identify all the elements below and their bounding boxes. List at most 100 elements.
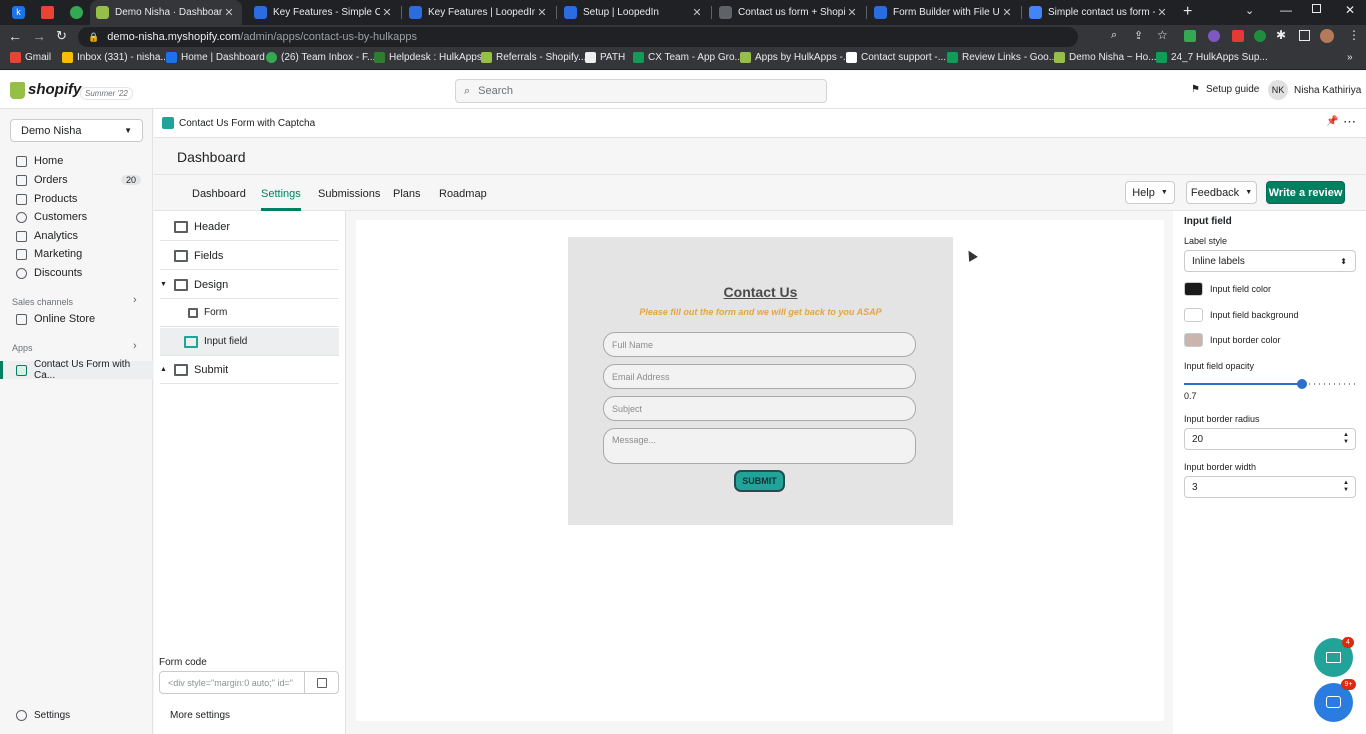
more-bookmarks-icon[interactable]: » xyxy=(1347,52,1353,63)
close-tab-icon[interactable]: ✕ xyxy=(1000,6,1014,19)
sidebar-item-marketing[interactable]: Marketing xyxy=(0,245,153,263)
restore-icon[interactable] xyxy=(1312,4,1321,13)
bookmark-star-icon[interactable]: ☆ xyxy=(1157,28,1168,42)
panel-item-form[interactable]: Form xyxy=(160,299,339,327)
search-input[interactable]: ⌕ Search xyxy=(455,79,827,103)
tab-plans[interactable]: Plans xyxy=(393,176,421,211)
panel-item-input-field[interactable]: Input field xyxy=(160,328,339,356)
minimize-icon[interactable]: — xyxy=(1280,3,1292,17)
sidebar-item-contact-app[interactable]: Contact Us Form with Ca... xyxy=(0,359,153,381)
pin-icon[interactable]: 📌 xyxy=(1326,116,1338,127)
bookmark-cx-team[interactable]: CX Team - App Gro... xyxy=(633,52,743,63)
bookmark-apps[interactable]: Apps by HulkApps -... xyxy=(740,52,851,63)
stepper-icon[interactable]: ▲ ▼ xyxy=(1343,480,1349,494)
browser-tab[interactable]: Simple contact us form - Go ✕ xyxy=(1023,0,1175,25)
reload-icon[interactable]: ↻ xyxy=(56,28,67,44)
sidebar-item-products[interactable]: Products xyxy=(0,190,153,208)
panel-item-header[interactable]: Header xyxy=(160,213,339,241)
bookmark-review-links[interactable]: Review Links - Goo... xyxy=(947,52,1057,63)
side-panel-icon[interactable] xyxy=(1299,30,1310,41)
bookmark-team-inbox[interactable]: (26) Team Inbox - F... xyxy=(266,52,375,63)
close-tab-icon[interactable]: ✕ xyxy=(222,6,236,19)
browser-menu-icon[interactable]: ⋮ xyxy=(1348,28,1360,42)
bookmark-contact-support[interactable]: Contact support -... xyxy=(846,52,946,63)
form-code-field[interactable]: <div style="margin:0 auto;" id=" xyxy=(159,671,305,694)
tab-roadmap[interactable]: Roadmap xyxy=(439,176,487,211)
browser-tab[interactable]: Form Builder with File Uploa ✕ xyxy=(868,0,1020,25)
bookmark-inbox[interactable]: Inbox (331) - nisha... xyxy=(62,52,169,63)
back-icon[interactable]: ← xyxy=(8,28,22,44)
chevron-right-icon[interactable]: › xyxy=(133,294,137,306)
bookmark-demo-nisha[interactable]: Demo Nisha ~ Ho... xyxy=(1054,52,1157,63)
input-border-color-swatch[interactable] xyxy=(1184,333,1203,347)
close-tab-icon[interactable]: ✕ xyxy=(380,6,394,19)
profile-avatar-icon[interactable] xyxy=(1320,29,1334,43)
new-tab-icon[interactable]: + xyxy=(1183,3,1192,21)
extension-icon[interactable] xyxy=(1184,30,1196,42)
browser-tab[interactable]: Key Features - Simple Conta ✕ xyxy=(248,0,400,25)
full-name-input[interactable]: Full Name xyxy=(603,332,916,357)
bookmark-gmail[interactable]: Gmail xyxy=(10,52,51,63)
bookmark-hulkapps-support[interactable]: 24_7 HulkApps Sup... xyxy=(1156,52,1268,63)
extension-icon[interactable] xyxy=(1254,30,1266,42)
bookmark-helpdesk[interactable]: Helpdesk : HulkApps xyxy=(374,52,482,63)
input-field-color-swatch[interactable] xyxy=(1184,282,1203,296)
forward-icon[interactable]: → xyxy=(32,28,46,44)
extension-icon[interactable] xyxy=(1232,30,1244,42)
share-icon[interactable]: ⇪ xyxy=(1134,29,1143,42)
bookmark-path[interactable]: PATH xyxy=(585,52,625,63)
user-menu[interactable]: NK Nisha Kathiriya xyxy=(1268,80,1361,100)
extensions-puzzle-icon[interactable]: ✱ xyxy=(1276,28,1286,42)
sidebar-item-discounts[interactable]: Discounts xyxy=(0,264,153,282)
store-selector[interactable]: Demo Nisha ▼ xyxy=(10,119,143,142)
tab-dashboard[interactable]: Dashboard xyxy=(192,176,246,211)
sidebar-item-home[interactable]: Home xyxy=(0,152,153,170)
close-tab-icon[interactable]: ✕ xyxy=(535,6,549,19)
feedback-button[interactable]: Feedback ▼ xyxy=(1186,181,1257,204)
border-radius-input[interactable]: 20 ▲ ▼ xyxy=(1184,428,1356,450)
slider-thumb[interactable] xyxy=(1297,379,1307,389)
tab-favicon-icon[interactable]: k xyxy=(12,6,25,19)
email-input[interactable]: Email Address xyxy=(603,364,916,389)
input-bg-color-swatch[interactable] xyxy=(1184,308,1203,322)
close-tab-icon[interactable]: ✕ xyxy=(690,6,704,19)
browser-tab[interactable]: Key Features | LoopedIn ✕ xyxy=(403,0,555,25)
write-review-button[interactable]: Write a review xyxy=(1266,181,1345,204)
submit-button[interactable]: SUBMIT xyxy=(734,470,785,492)
setup-guide-button[interactable]: ⚑ Setup guide xyxy=(1191,84,1259,95)
chat-app-icon[interactable] xyxy=(70,6,83,19)
close-window-icon[interactable]: ✕ xyxy=(1345,3,1355,17)
address-bar[interactable]: 🔒 demo-nisha.myshopify.com/admin/apps/co… xyxy=(78,27,1078,47)
opacity-slider[interactable] xyxy=(1184,379,1356,389)
shopify-bag-icon[interactable] xyxy=(10,82,25,99)
sidebar-item-customers[interactable]: Customers xyxy=(0,208,153,226)
label-style-select[interactable]: Inline labels ⬍ xyxy=(1184,250,1356,272)
shopify-logo[interactable]: shopify xyxy=(28,81,81,98)
close-tab-icon[interactable]: ✕ xyxy=(1155,6,1169,19)
more-settings-link[interactable]: More settings xyxy=(170,710,230,721)
more-options-icon[interactable]: ⋯ xyxy=(1343,114,1356,130)
sidebar-item-settings[interactable]: Settings xyxy=(0,706,153,724)
browser-tab[interactable]: Setup | LoopedIn ✕ xyxy=(558,0,710,25)
panel-item-design[interactable]: ▼ Design xyxy=(160,271,339,299)
bookmark-referrals[interactable]: Referrals - Shopify... xyxy=(481,52,586,63)
tab-settings[interactable]: Settings xyxy=(261,176,301,211)
panel-item-submit[interactable]: ▲ Submit xyxy=(160,356,339,384)
tab-search-icon[interactable]: ⌄ xyxy=(1245,4,1254,17)
chevron-right-icon[interactable]: › xyxy=(133,340,137,352)
message-textarea[interactable]: Message... xyxy=(603,428,916,464)
tab-submissions[interactable]: Submissions xyxy=(318,176,380,211)
zoom-icon[interactable]: ⌕ xyxy=(1111,29,1117,42)
browser-tab-active[interactable]: Demo Nisha · Dashboard · Sh ✕ xyxy=(90,0,242,25)
panel-item-fields[interactable]: Fields xyxy=(160,242,339,270)
extension-icon[interactable] xyxy=(1208,30,1220,42)
close-tab-icon[interactable]: ✕ xyxy=(845,6,859,19)
gmail-icon[interactable] xyxy=(41,6,54,19)
browser-tab[interactable]: Contact us form + Shopify ap ✕ xyxy=(713,0,865,25)
subject-input[interactable]: Subject xyxy=(603,396,916,421)
help-button[interactable]: Help ▼ xyxy=(1125,181,1175,204)
stepper-icon[interactable]: ▲ ▼ xyxy=(1343,432,1349,446)
bookmark-home-dashboard[interactable]: Home | Dashboard xyxy=(166,52,265,63)
sidebar-item-analytics[interactable]: Analytics xyxy=(0,227,153,245)
sidebar-item-online-store[interactable]: Online Store xyxy=(0,310,153,328)
